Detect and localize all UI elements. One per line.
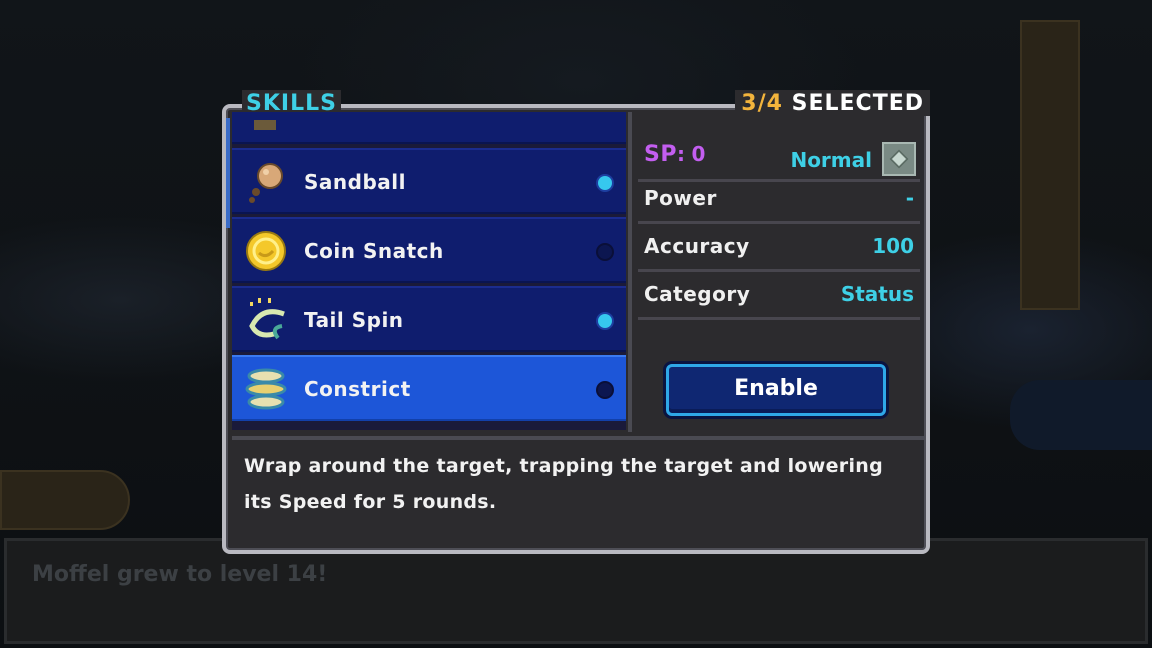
gem-icon <box>889 149 909 169</box>
skill-description: Wrap around the target, trapping the tar… <box>244 455 884 513</box>
enable-button[interactable]: Enable <box>666 364 886 416</box>
info-row-power: Power - <box>638 176 920 224</box>
info-label: Category <box>644 282 751 306</box>
skill-enabled-indicator <box>598 176 612 190</box>
info-value: 100 <box>872 234 914 258</box>
skill-type: Normal <box>790 148 872 172</box>
background-pool <box>1010 380 1152 450</box>
skill-enabled-indicator <box>598 245 612 259</box>
info-label: Power <box>644 186 717 210</box>
info-row-accuracy: Accuracy 100 <box>638 224 920 272</box>
skill-description-box: Wrap around the target, trapping the tar… <box>232 436 924 546</box>
info-value: - <box>905 186 914 210</box>
skill-row-partial[interactable] <box>232 112 626 144</box>
normal-type-icon <box>882 142 916 176</box>
skill-icon-partial <box>254 120 276 130</box>
info-sp-type-row: SP: 0 Normal <box>638 124 920 182</box>
skill-name: Constrict <box>304 377 411 401</box>
skill-name: Tail Spin <box>304 308 404 332</box>
skill-list: Sandball Coin Snatch Tail Spin Constrict <box>232 112 626 430</box>
panel-divider <box>628 112 632 432</box>
battle-message: Moffel grew to level 14! <box>32 562 328 587</box>
background-pipe <box>0 470 130 530</box>
info-label: Accuracy <box>644 234 750 258</box>
skill-enabled-indicator <box>598 314 612 328</box>
skill-row-constrict[interactable]: Constrict <box>232 355 626 421</box>
sp-value: 0 <box>691 142 706 166</box>
skill-enabled-indicator <box>598 383 612 397</box>
background-pipe <box>1020 20 1080 310</box>
skill-row-sandball[interactable]: Sandball <box>232 148 626 214</box>
sandball-icon <box>249 163 283 203</box>
constrict-icon <box>245 368 287 410</box>
skill-list-scrollbar[interactable] <box>226 118 230 228</box>
tail-spin-icon <box>249 298 285 340</box>
skill-name: Coin Snatch <box>304 239 444 263</box>
sp-label: SP <box>644 142 677 167</box>
sp-separator: : <box>676 142 686 166</box>
coin-icon <box>246 231 286 271</box>
skill-row-tail-spin[interactable]: Tail Spin <box>232 286 626 352</box>
info-row-category: Category Status <box>638 272 920 320</box>
sp-display: SP: 0 <box>644 142 706 167</box>
info-value: Status <box>840 282 914 306</box>
skill-name: Sandball <box>304 170 406 194</box>
skill-row-coin-snatch[interactable]: Coin Snatch <box>232 217 626 283</box>
